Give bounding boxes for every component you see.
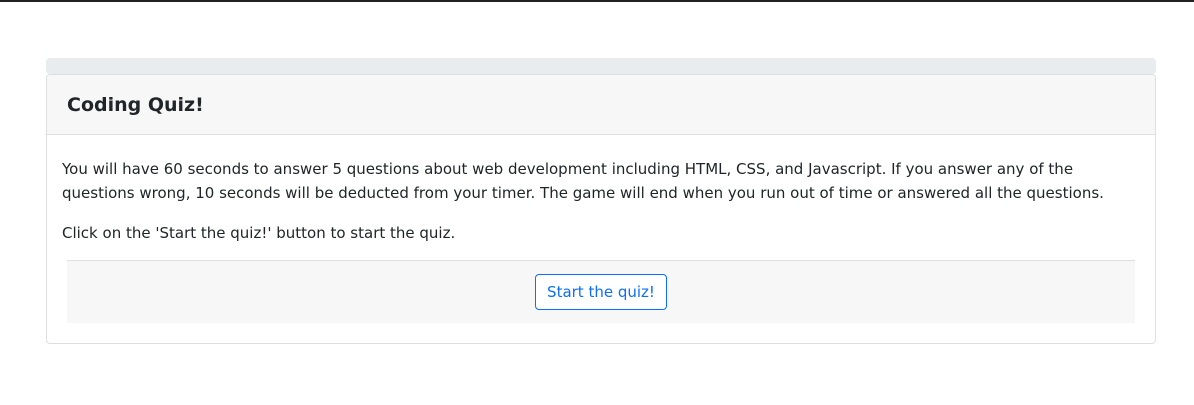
quiz-progress-bar	[46, 58, 1156, 74]
card-header: Coding Quiz!	[47, 75, 1155, 135]
quiz-instruction-text: Click on the 'Start the quiz!' button to…	[62, 224, 456, 242]
quiz-card: Coding Quiz! You will have 60 seconds to…	[46, 74, 1156, 344]
start-quiz-button[interactable]: Start the quiz!	[535, 274, 667, 310]
card-footer: Start the quiz!	[67, 260, 1135, 323]
top-border	[0, 0, 1194, 2]
page-title: Coding Quiz!	[67, 93, 204, 116]
quiz-intro-text: You will have 60 seconds to answer 5 que…	[62, 160, 1104, 202]
card-body: You will have 60 seconds to answer 5 que…	[47, 135, 1155, 323]
